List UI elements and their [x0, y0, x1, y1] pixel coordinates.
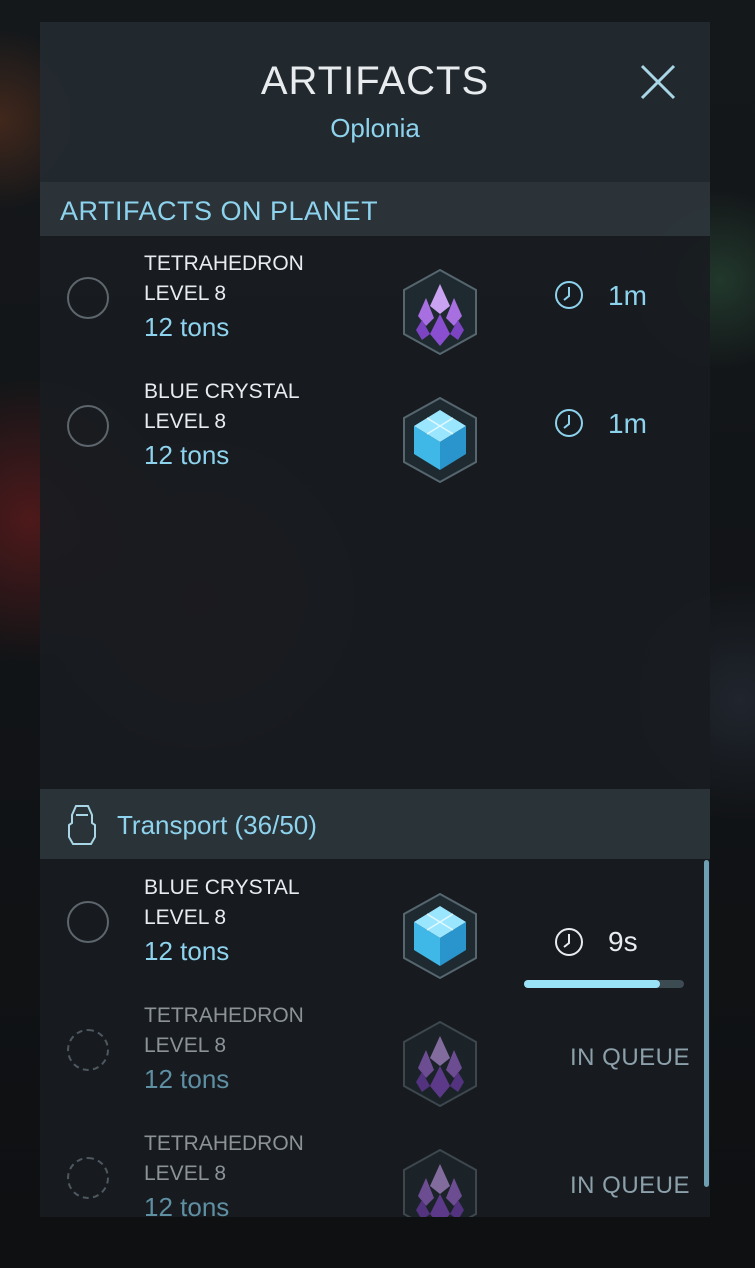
queue-status: IN QUEUE [569, 1044, 690, 1071]
artifact-weight: 12 tons [144, 1192, 230, 1217]
list-item[interactable]: TETRAHEDRON LEVEL 8 12 tons IN QUEUE [40, 1116, 710, 1217]
tetrahedron-icon [403, 1148, 477, 1217]
artifact-level: LEVEL 8 [144, 1034, 227, 1057]
progress-fill [524, 980, 660, 988]
artifact-level: LEVEL 8 [144, 410, 227, 433]
clock-icon [555, 281, 583, 309]
list-item[interactable]: BLUE CRYSTAL LEVEL 8 12 tons 1m [40, 364, 710, 492]
section-header-transport: Transport (36/50) [40, 789, 710, 859]
select-radio[interactable] [67, 405, 109, 447]
planet-name: Oplonia [330, 113, 420, 143]
section-header-planet: ARTIFACTS ON PLANET [40, 182, 710, 236]
select-radio[interactable] [67, 277, 109, 319]
artifact-weight: 12 tons [144, 440, 230, 470]
artifact-level: LEVEL 8 [144, 906, 227, 929]
select-radio[interactable] [67, 1029, 109, 1071]
panel-header: ARTIFACTS Oplonia [40, 22, 710, 182]
artifact-level: LEVEL 8 [144, 282, 227, 305]
clock-icon [555, 409, 583, 437]
select-radio[interactable] [67, 1157, 109, 1199]
transport-ship-icon [68, 805, 96, 845]
tetrahedron-icon [403, 1020, 477, 1108]
blue-crystal-icon [403, 396, 477, 484]
artifact-name: TETRAHEDRON [144, 1132, 304, 1155]
list-item[interactable]: TETRAHEDRON LEVEL 8 12 tons IN QUEUE [40, 988, 710, 1116]
tetrahedron-icon [403, 268, 477, 356]
progress-bar [524, 980, 684, 988]
artifact-weight: 12 tons [144, 312, 230, 342]
timer-text: 1m [608, 280, 647, 311]
artifact-name: BLUE CRYSTAL [144, 380, 300, 403]
artifact-name: BLUE CRYSTAL [144, 876, 300, 899]
list-item[interactable]: TETRAHEDRON LEVEL 8 12 tons 1m [40, 236, 710, 364]
timer-text: 1m [608, 408, 647, 439]
select-radio[interactable] [67, 901, 109, 943]
clock-icon [555, 928, 583, 956]
transport-title: Transport (36/50) [117, 810, 317, 840]
artifact-weight: 12 tons [144, 936, 230, 966]
scrollbar[interactable] [704, 860, 709, 1187]
artifacts-panel: ARTIFACTS Oplonia ARTIFACTS ON PLANET TE… [40, 22, 710, 1217]
artifact-name: TETRAHEDRON [144, 1004, 304, 1027]
blue-crystal-icon [403, 892, 477, 980]
close-icon[interactable] [636, 60, 680, 104]
section-title: ARTIFACTS ON PLANET [60, 196, 379, 226]
artifact-name: TETRAHEDRON [144, 252, 304, 275]
artifact-level: LEVEL 8 [144, 1162, 227, 1185]
artifact-weight: 12 tons [144, 1064, 230, 1094]
list-item[interactable]: BLUE CRYSTAL LEVEL 8 12 tons 9s [40, 860, 710, 988]
page-title: ARTIFACTS [260, 59, 490, 103]
timer-text: 9s [608, 926, 638, 957]
queue-status: IN QUEUE [569, 1172, 690, 1199]
